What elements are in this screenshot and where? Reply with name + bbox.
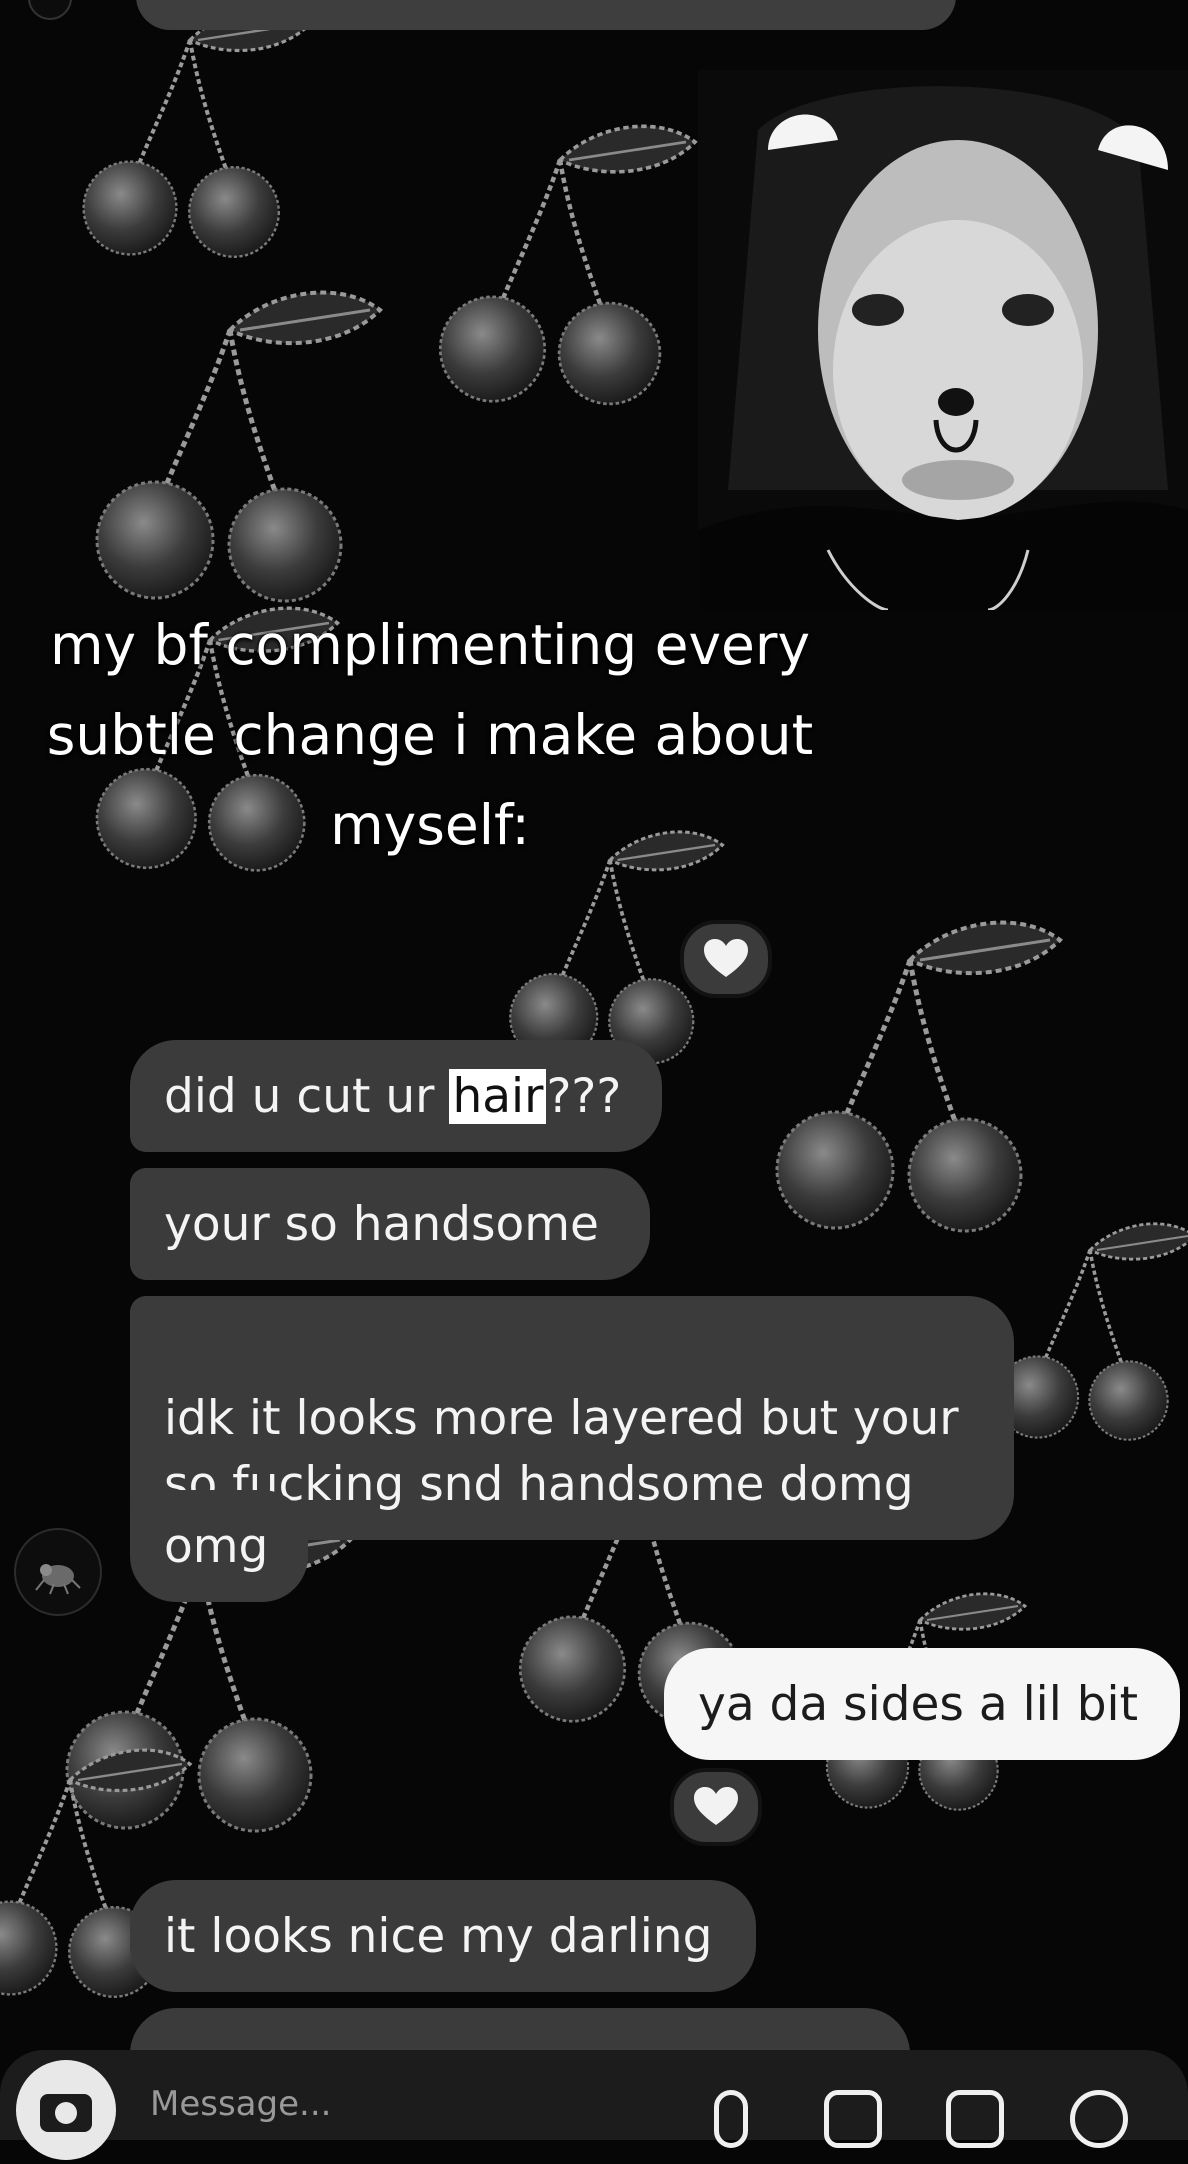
message-bubble[interactable]: did u cut ur hair???: [130, 1040, 662, 1152]
message-reaction[interactable]: [680, 920, 772, 998]
previous-message-bubble: [136, 0, 956, 30]
message-bubble[interactable]: it looks nice my darling: [130, 1880, 756, 1992]
message-text: did u cut ur: [164, 1069, 450, 1124]
highlighted-word: hair: [449, 1069, 547, 1124]
message-text: ???: [546, 1069, 622, 1124]
microphone-icon[interactable]: [714, 2090, 748, 2148]
heart-icon: [694, 1787, 738, 1825]
message-reaction[interactable]: [670, 1768, 762, 1846]
message-bubble[interactable]: omg: [130, 1490, 308, 1602]
camera-icon: [40, 2094, 92, 2132]
video-caption: my bf complimenting every subtle change …: [46, 613, 814, 857]
message-text: omg: [164, 1519, 269, 1574]
contact-avatar[interactable]: [14, 1528, 102, 1616]
message-bubble[interactable]: your so handsome: [130, 1168, 650, 1280]
gallery-icon[interactable]: [824, 2090, 882, 2148]
message-input[interactable]: Message...: [150, 2084, 670, 2124]
message-text: ya da sides a lil bit: [698, 1677, 1139, 1732]
video-overlay[interactable]: [698, 70, 1188, 610]
message-text: it looks nice my darling: [164, 1909, 713, 1964]
sticker-icon[interactable]: [946, 2090, 1004, 2148]
sent-message-bubble[interactable]: ya da sides a lil bit: [664, 1648, 1180, 1760]
heart-icon: [704, 939, 748, 977]
bug-icon: [35, 1564, 81, 1595]
message-text: idk it looks more layered but your so fu…: [164, 1391, 959, 1512]
camera-button[interactable]: [16, 2060, 116, 2160]
person-with-bear-ears-filter-image: [698, 70, 1188, 610]
message-text: your so handsome: [164, 1197, 599, 1252]
add-icon[interactable]: [1070, 2090, 1128, 2148]
